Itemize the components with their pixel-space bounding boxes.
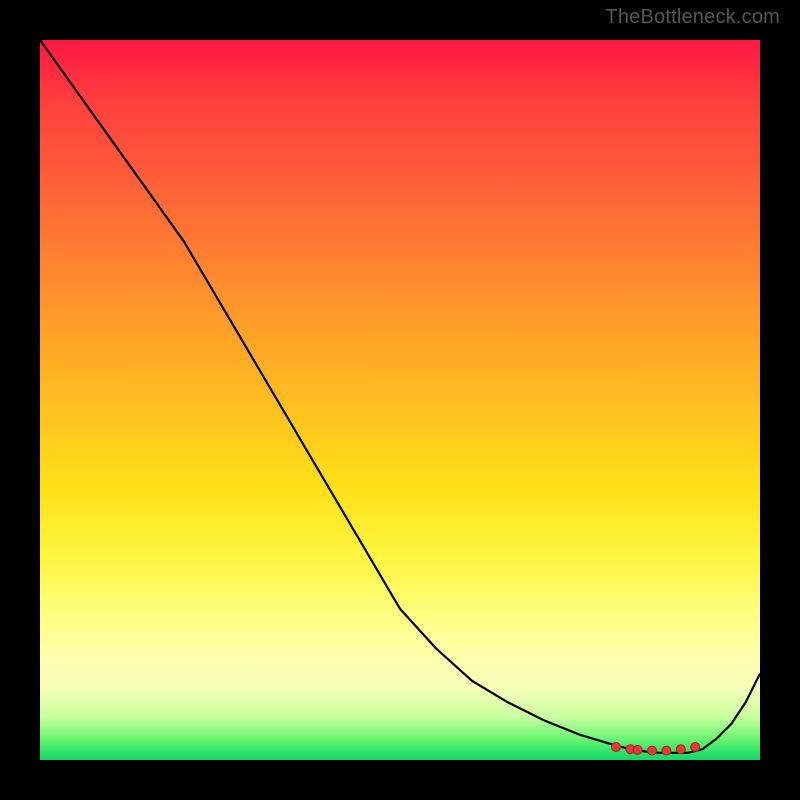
chart-container: TheBottleneck.com — [0, 0, 800, 800]
chart-line — [40, 40, 760, 753]
data-marker — [648, 746, 657, 755]
data-marker — [676, 745, 685, 754]
data-marker — [691, 743, 700, 752]
data-marker — [612, 743, 621, 752]
watermark-text: TheBottleneck.com — [605, 6, 780, 29]
plot-area — [40, 40, 760, 760]
data-marker — [662, 746, 671, 755]
data-marker — [633, 745, 642, 754]
chart-svg — [40, 40, 760, 760]
